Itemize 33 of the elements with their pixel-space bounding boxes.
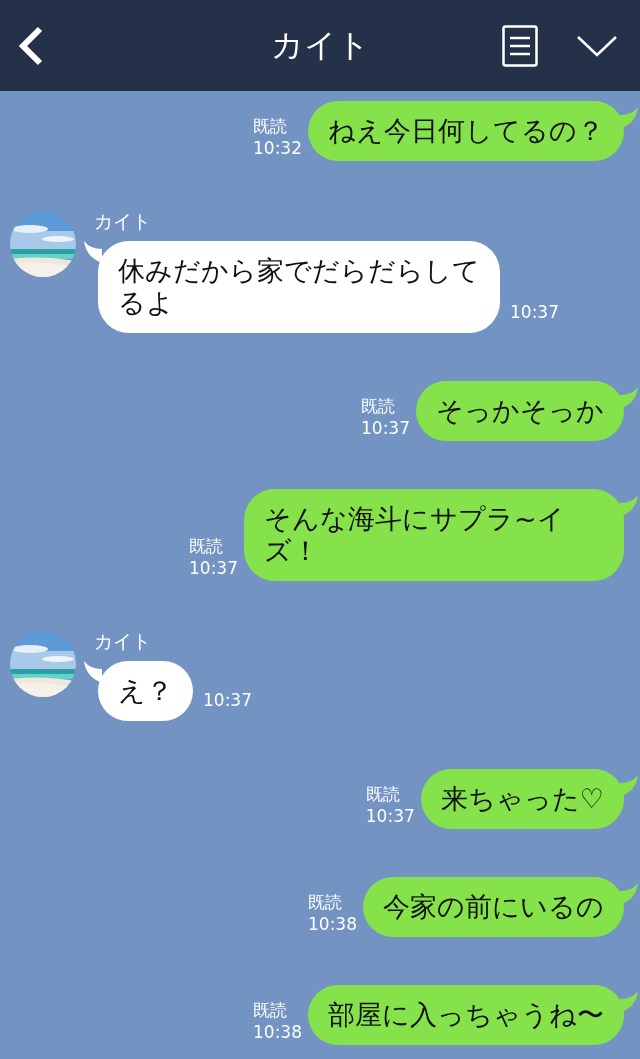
sender-name: カイト — [94, 629, 152, 654]
bubble-tail — [84, 661, 102, 683]
bubble-tail — [620, 991, 638, 1013]
bubble-tail — [620, 107, 638, 129]
sender-name: カイト — [94, 209, 152, 234]
message-time: 10:37 — [361, 417, 410, 439]
read-receipt: 既読 — [253, 115, 288, 137]
message-time: 10:38 — [253, 1021, 302, 1043]
message-bubble: 休みだから家でだらだらしてるよ — [98, 241, 500, 333]
message-bubble: そっかそっか — [416, 381, 624, 441]
bubble-tail — [620, 775, 638, 797]
message-time: 10:38 — [308, 913, 357, 935]
message-bubble: ねえ今日何してるの？ — [308, 101, 624, 161]
read-receipt: 既読 — [189, 535, 224, 557]
message-bubble: 今家の前にいるの — [363, 877, 624, 937]
bubble-tail — [620, 883, 638, 905]
read-receipt: 既読 — [365, 783, 401, 805]
bubble-tail — [620, 387, 638, 409]
message-time: 10:32 — [253, 137, 302, 159]
read-receipt: 既読 — [308, 891, 343, 913]
message-time: 10:37 — [189, 557, 238, 579]
message-bubble: 部屋に入っちゃうね〜 — [308, 985, 624, 1045]
bubble-tail — [84, 241, 102, 263]
message-bubble: 来ちゃった♡ — [420, 769, 624, 829]
message-time: 10:37 — [365, 805, 415, 827]
read-receipt: 既読 — [253, 999, 288, 1021]
chat-title: カイト — [270, 24, 370, 66]
message-bubble: え？ — [98, 661, 193, 721]
message-time: 10:37 — [510, 301, 559, 323]
message-bubble: そんな海斗にサプラ~イズ！ — [244, 489, 624, 581]
bubble-tail — [620, 495, 638, 517]
message-time: 10:37 — [203, 689, 252, 711]
read-receipt: 既読 — [361, 395, 396, 417]
